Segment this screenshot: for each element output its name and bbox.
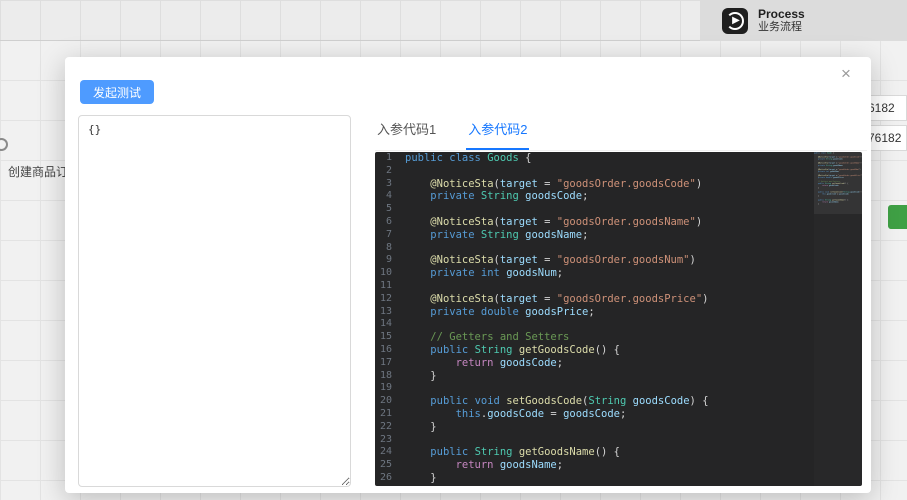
tab-input-code-2[interactable]: 入参代码2 <box>466 115 530 150</box>
editor-minimap[interactable]: public class Goods { @NoticeSta(target =… <box>814 152 862 486</box>
partial-green-button[interactable] <box>888 205 907 229</box>
initiate-test-button[interactable]: 发起测试 <box>80 80 155 104</box>
params-input[interactable]: {} <box>78 115 351 487</box>
code-editor[interactable]: 1 public class Goods {2 3 @NoticeSta(targe… <box>375 152 862 486</box>
test-dialog: × 发起测试 {} 入参代码1 入参代码2 1 public class Good… <box>65 57 871 493</box>
process-subtitle: 业务流程 <box>758 21 802 33</box>
process-logo-icon: ▶ <box>722 7 748 34</box>
tab-input-code-1[interactable]: 入参代码1 <box>375 115 438 148</box>
code-tabs: 入参代码1 入参代码2 <box>375 115 867 151</box>
node-port-icon <box>0 138 8 151</box>
code-lines: 1 public class Goods {2 3 @NoticeSta(targe… <box>379 152 709 484</box>
process-title: Process <box>758 7 805 21</box>
close-icon[interactable]: × <box>835 63 857 85</box>
process-header: ▶ Process 业务流程 <box>700 0 907 41</box>
